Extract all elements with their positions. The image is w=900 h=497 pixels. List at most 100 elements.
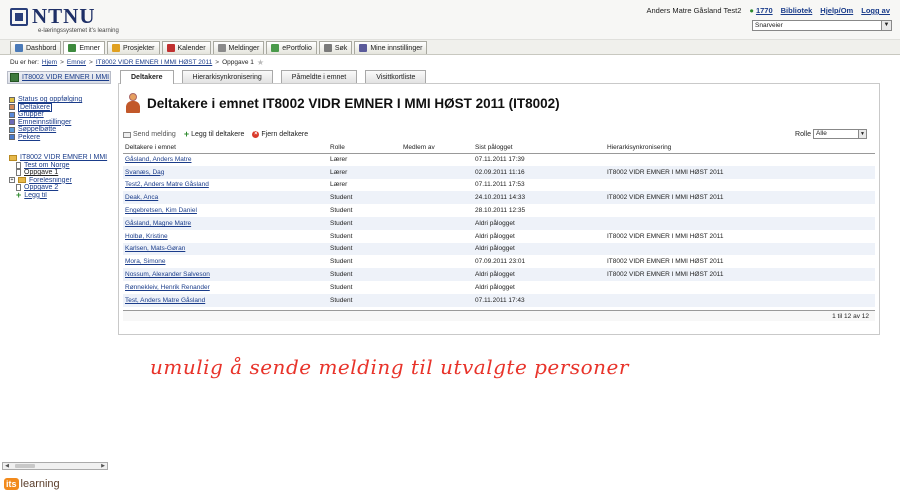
subtab-deltakere[interactable]: Deltakere	[120, 70, 174, 84]
subtab-visittkortliste[interactable]: Visittkortliste	[365, 70, 427, 83]
last-login-cell: 24.10.2011 14:33	[473, 191, 605, 205]
subtab-hierarkisynkronisering[interactable]: Hierarkisynkronisering	[181, 70, 273, 83]
table-row: Gåsland, Anders Matre Lærer 07.11.2011 17:…	[123, 153, 875, 166]
user-links: Anders Matre Gåsland Test2 ● 1770 Biblio…	[646, 6, 890, 15]
participant-name-link[interactable]: Test, Anders Matre Gåsland	[125, 297, 205, 304]
participant-name-link[interactable]: Svanæs, Dag	[125, 169, 164, 176]
tree-item-legg-til[interactable]: + Legg til	[9, 192, 111, 200]
horizontal-scrollbar[interactable]: ◀ ▶	[2, 462, 108, 470]
participant-name-link[interactable]: Deak, Anca	[125, 194, 158, 201]
tree-root[interactable]: IT8002 VIDR EMNER I MMI	[9, 154, 111, 162]
user-count-link[interactable]: ● 1770	[749, 6, 772, 15]
main-nav: Dashbord Emner Prosjekter Kalender Meldi…	[0, 40, 900, 55]
tab-label: Dashbord	[26, 44, 57, 52]
remove-icon: ×	[252, 131, 260, 138]
last-login-cell: Aldri pålogget	[475, 283, 515, 291]
course-title: IT8002 VIDR EMNER I MMI	[22, 74, 110, 81]
logo-subtitle: e-læringssystemet it's learning	[38, 28, 119, 34]
participant-name-link[interactable]: Gåsland, Anders Matre	[125, 156, 191, 163]
participant-name-link[interactable]: Test2, Anders Matre Gåsland	[125, 181, 209, 188]
participant-name-link[interactable]: Holbø, Kristine	[125, 233, 168, 240]
sidebar-course-header[interactable]: IT8002 VIDR EMNER I MMI	[7, 71, 111, 84]
role-cell: Lærer	[328, 165, 401, 179]
participant-name-link[interactable]: Gåsland, Magne Matre	[125, 220, 191, 227]
sidebar-item-deltakere[interactable]: Deltakere	[9, 102, 111, 112]
ntnu-logo[interactable]: NTNU	[10, 6, 96, 27]
participant-name-cell: Rønnekleiv, Henrik Renander	[123, 281, 328, 294]
subtab-pameldte[interactable]: Påmeldte i emnet	[280, 70, 358, 83]
library-link[interactable]: Bibliotek	[781, 6, 813, 15]
tree-item-label: Forelesninger	[29, 176, 72, 184]
chevron-down-icon: ▼	[858, 130, 866, 138]
member-of-cell	[401, 179, 473, 192]
sidebar-item-soppelbotte[interactable]: Søppelbøtte	[9, 126, 111, 134]
participant-name-link[interactable]: Nossum, Alexander Salveson	[125, 271, 210, 278]
role-cell: Student	[328, 191, 401, 205]
table-row: Rønnekleiv, Henrik Renander Student Aldri …	[123, 281, 875, 294]
help-link[interactable]: Hjelp/Om	[820, 6, 853, 15]
tree-item-oppgave-2[interactable]: Oppgave 2	[9, 184, 111, 192]
messages-icon	[217, 44, 226, 52]
table-row: Engebretsen, Kim Daniel Student 28.10.2011…	[123, 204, 875, 217]
column-header[interactable]: Hierarkisynkronisering	[605, 143, 875, 154]
column-header[interactable]: Rolle	[328, 143, 401, 154]
tab-label: Prosjekter	[122, 44, 155, 52]
tab-label: ePortfolio	[282, 44, 312, 52]
role-cell: Student	[330, 232, 353, 240]
role-cell: Student	[328, 293, 401, 307]
tab-meldinger[interactable]: Meldinger	[212, 41, 265, 54]
breadcrumb-separator: >	[89, 59, 93, 66]
breadcrumb-course[interactable]: IT8002 VIDR EMNER I MMI HØST 2011	[96, 59, 212, 66]
member-of-cell	[401, 153, 473, 166]
course-tree: IT8002 VIDR EMNER I MMI Test om Norge Op…	[7, 154, 111, 199]
member-of-cell	[401, 204, 473, 217]
column-header[interactable]: Medlem av	[401, 143, 473, 154]
breadcrumb-courses[interactable]: Emner	[67, 59, 86, 66]
logout-link[interactable]: Logg av	[861, 6, 890, 15]
expand-plus-icon[interactable]: +	[9, 177, 15, 184]
tree-item-forelesninger[interactable]: + Forelesninger	[9, 177, 111, 185]
last-login-cell: Aldri pålogget	[473, 268, 605, 281]
hierarchy-sync-cell	[605, 179, 875, 192]
participant-name-link[interactable]: Engebretsen, Kim Daniel	[125, 207, 197, 214]
scroll-left-icon[interactable]: ◀	[3, 463, 11, 469]
hierarchy-sync-cell	[605, 216, 875, 230]
role-cell: Lærer	[330, 181, 348, 189]
participant-name-link[interactable]: Karlsen, Mats-Gøran	[125, 245, 185, 252]
column-header[interactable]: Deltakere i emnet	[123, 143, 328, 154]
tree-item-oppgave-1[interactable]: Oppgave 1	[9, 169, 111, 177]
star-icon[interactable]: ★	[257, 58, 264, 67]
sidebar-item-pekere[interactable]: Pekere	[9, 134, 111, 142]
participant-name-link[interactable]: Rønnekleiv, Henrik Renander	[125, 284, 210, 291]
tab-eportfolio[interactable]: ePortfolio	[266, 41, 317, 54]
sidebar-item-label: Søppelbøtte	[18, 126, 57, 134]
scrollbar-thumb[interactable]	[15, 464, 35, 468]
participant-name-cell: Gåsland, Magne Matre	[123, 216, 328, 230]
hierarchy-sync-cell: IT8002 VIDR EMNER I MMI HØST 2011	[605, 165, 875, 179]
scroll-right-icon[interactable]: ▶	[99, 463, 107, 469]
last-login-cell: 07.11.2011 17:39	[475, 156, 525, 164]
tab-sok[interactable]: Søk	[318, 41, 353, 54]
send-message-button[interactable]: Send melding	[123, 131, 176, 138]
folder-icon	[9, 154, 17, 161]
role-select[interactable]: Alle ▼	[813, 129, 867, 139]
table-row: Test, Anders Matre Gåsland Student 07.11.2…	[123, 293, 875, 307]
tab-emner[interactable]: Emner	[63, 41, 105, 54]
remove-participants-button[interactable]: × Fjern deltakere	[252, 131, 308, 138]
breadcrumb-home[interactable]: Hjem	[42, 59, 57, 66]
column-header[interactable]: Sist pålogget	[473, 143, 605, 154]
tab-kalender[interactable]: Kalender	[161, 41, 211, 54]
member-of-cell	[401, 230, 473, 243]
tab-prosjekter[interactable]: Prosjekter	[106, 41, 160, 54]
tab-mine-innstillinger[interactable]: Mine innstillinger	[354, 41, 428, 54]
tree-item-test-om-norge[interactable]: Test om Norge	[9, 161, 111, 170]
tab-dashbord[interactable]: Dashbord	[10, 41, 62, 54]
add-icon: +	[183, 129, 190, 139]
add-participants-button[interactable]: + Legg til deltakere	[183, 129, 245, 139]
shortcut-select[interactable]: Snarveier ▼	[752, 20, 892, 31]
sidebar-item-emneinnstillinger[interactable]: Emneinnstillinger	[9, 119, 111, 127]
participant-name-link[interactable]: Mora, Simone	[125, 258, 165, 265]
sidebar-item-grupper[interactable]: Grupper	[9, 111, 111, 119]
participant-name-cell: Deak, Anca	[123, 191, 328, 205]
last-login-cell: 07.09.2011 23:01	[475, 258, 526, 266]
